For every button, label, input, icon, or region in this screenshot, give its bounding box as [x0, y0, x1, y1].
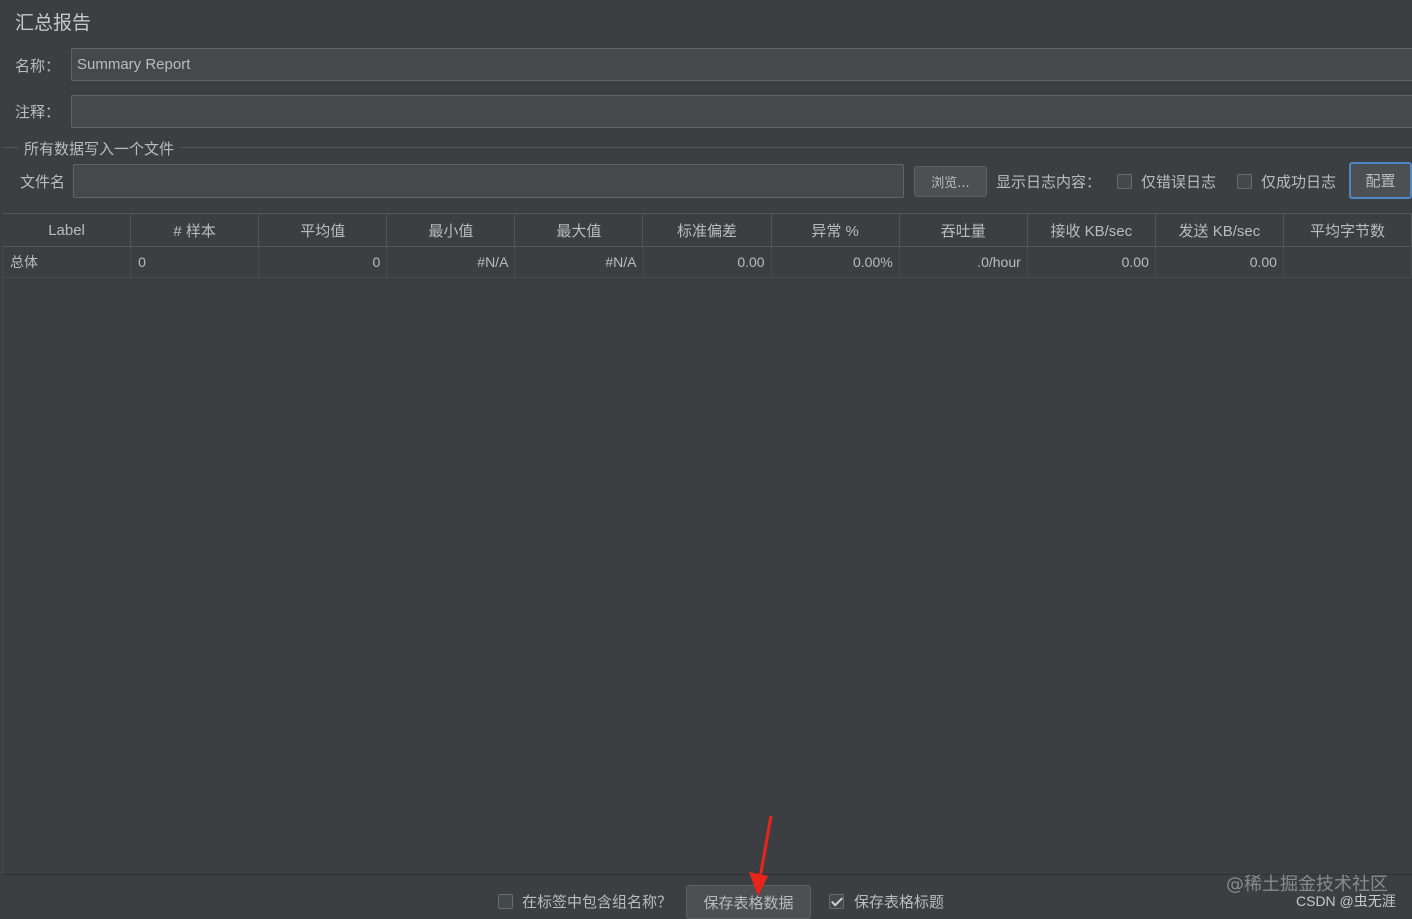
table-header: Label # 样本 平均值 最小值 最大值 标准偏差 异常 % 吞吐量 接收 KB/sec 发送… [3, 213, 1412, 247]
column-header-7[interactable]: 吞吐量 [900, 214, 1028, 246]
table-cell: 0.00% [772, 247, 900, 277]
table-row[interactable]: 总体 0 0 #N/A #N/A 0.00 0.00% .0/hour 0.00 0.00 [3, 247, 1412, 278]
group-border-left [3, 147, 19, 148]
table-cell [1284, 247, 1412, 277]
comment-input[interactable] [71, 95, 1412, 128]
column-header-8[interactable]: 接收 KB/sec [1028, 214, 1156, 246]
column-header-6[interactable]: 异常 % [772, 214, 900, 246]
summary-table: Label # 样本 平均值 最小值 最大值 标准偏差 异常 % 吞吐量 接收 KB/sec 发送… [3, 213, 1412, 278]
browse-button[interactable]: 浏览... [914, 166, 987, 197]
column-header-9[interactable]: 发送 KB/sec [1156, 214, 1284, 246]
footer-separator [2, 874, 1412, 875]
table-cell: 0 [259, 247, 388, 277]
filename-input[interactable] [73, 164, 904, 198]
name-input[interactable] [71, 48, 1412, 81]
success-only-label: 仅成功日志 [1261, 173, 1337, 191]
watermark-csdn: CSDN @虫无涯 [1296, 893, 1396, 909]
table-cell: 0.00 [1156, 247, 1284, 277]
include-group-name-label: 在标签中包含组名称？ [522, 893, 673, 911]
table-cell: 0 [131, 247, 260, 277]
success-only-checkbox[interactable] [1237, 174, 1252, 189]
log-display-label: 显示日志内容： [996, 173, 1102, 191]
name-label: 名称： [15, 57, 61, 75]
configure-button[interactable]: 配置 [1349, 162, 1412, 199]
group-border-right [180, 147, 1412, 148]
table-cell: 0.00 [1028, 247, 1156, 277]
table-body: 总体 0 0 #N/A #N/A 0.00 0.00% .0/hour 0.00 0.00 [3, 247, 1412, 278]
save-table-header-label: 保存表格标题 [854, 893, 945, 911]
table-left-border [2, 245, 3, 875]
annotation-arrow-icon [749, 815, 773, 896]
filename-label: 文件名 [20, 173, 66, 191]
browse-button-label: 浏览... [931, 176, 970, 191]
table-cell: #N/A [515, 247, 644, 277]
column-header-2[interactable]: 平均值 [259, 214, 388, 246]
errors-only-checkbox[interactable] [1117, 174, 1132, 189]
column-header-0[interactable]: Label [3, 214, 132, 246]
column-header-10[interactable]: 平均字节数 [1284, 214, 1412, 246]
include-group-name-checkbox[interactable] [498, 894, 513, 909]
comment-label: 注释： [15, 103, 61, 121]
file-group-legend: 所有数据写入一个文件 [24, 140, 175, 158]
column-header-1[interactable]: # 样本 [131, 214, 260, 246]
table-cell: .0/hour [900, 247, 1028, 277]
save-table-header-checkbox[interactable] [829, 894, 844, 909]
table-cell: 0.00 [644, 247, 772, 277]
column-header-4[interactable]: 最大值 [515, 214, 644, 246]
column-header-3[interactable]: 最小值 [387, 214, 516, 246]
table-cell: #N/A [387, 247, 516, 277]
configure-button-label: 配置 [1365, 172, 1396, 190]
errors-only-label: 仅错误日志 [1141, 173, 1217, 191]
column-header-5[interactable]: 标准偏差 [643, 214, 772, 246]
panel-title: 汇总报告 [15, 12, 92, 34]
table-cell: 总体 [3, 247, 132, 277]
